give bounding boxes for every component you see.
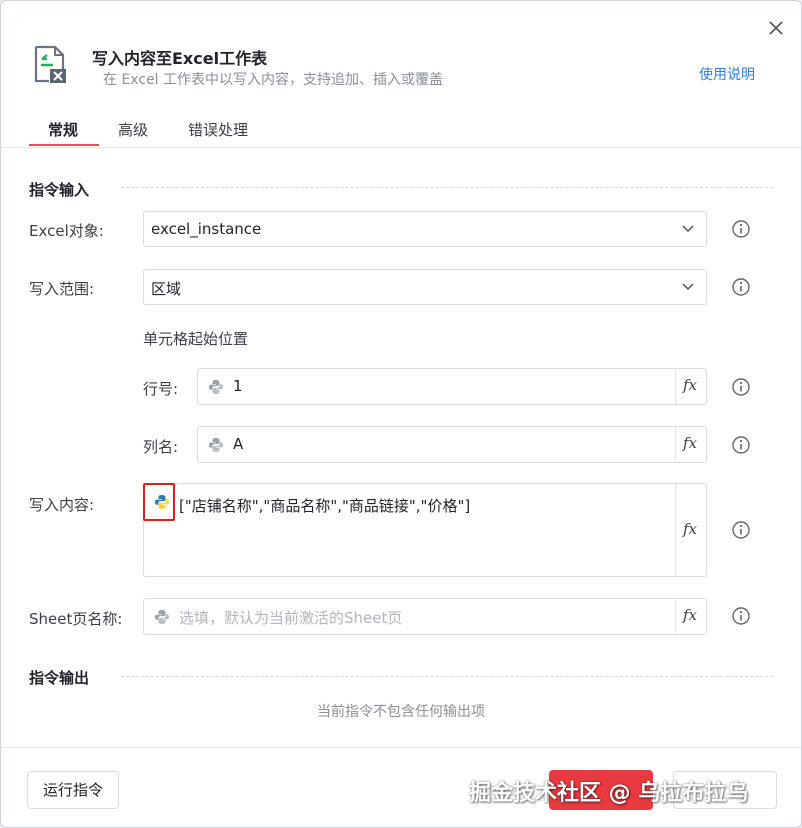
excel-object-value: excel_instance [151,220,262,238]
excel-object-select[interactable]: excel_instance [143,211,707,247]
fx-label: fx [683,520,698,538]
input-section-title: 指令输入 [29,181,90,199]
write-range-label: 写入范围: [29,280,95,298]
write-content-label: 写入内容: [29,496,95,514]
chevron-down-icon [682,283,694,291]
dialog-title: 写入内容至Excel工作表 [92,49,268,68]
cell-start-label: 单元格起始位置 [143,330,249,348]
no-output-message: 当前指令不包含任何输出项 [317,704,485,720]
active-tab-indicator [29,144,99,146]
fx-button[interactable]: fx [675,369,706,404]
column-label: 列名: [143,438,179,456]
sheet-name-placeholder: 选填，默认为当前激活的Sheet页 [179,609,403,627]
fx-label: fx [683,606,698,624]
info-icon[interactable] [731,377,751,397]
output-section-title: 指令输出 [29,669,90,687]
row-input[interactable]: 1 fx [197,368,707,405]
column-input[interactable]: A fx [197,426,707,463]
write-excel-dialog: 写入内容至Excel工作表 在 Excel 工作表中以写入内容，支持追加、插入或… [0,0,802,828]
sheet-name-label: Sheet页名称: [29,610,123,628]
write-content-input[interactable]: ["店铺名称","商品名称","商品链接","价格"] fx [143,483,707,577]
info-icon[interactable] [731,520,751,540]
row-value: 1 [233,377,243,395]
row-label: 行号: [143,380,179,398]
tab-general[interactable]: 常规 [48,119,78,140]
watermark: 掘金技术社区 @ 乌拉布拉乌 [469,781,749,806]
sheet-name-input[interactable]: 选填，默认为当前激活的Sheet页 fx [143,598,707,635]
python-icon [155,610,169,624]
python-icon [209,438,223,452]
fx-label: fx [683,376,698,394]
info-icon[interactable] [731,277,751,297]
tab-bar: 常规 高级 错误处理 [1,111,801,148]
fx-button[interactable]: fx [675,599,706,634]
info-icon[interactable] [731,219,751,239]
column-value: A [233,435,244,453]
dialog-subtitle: 在 Excel 工作表中以写入内容，支持追加、插入或覆盖 [103,72,443,88]
tab-advanced[interactable]: 高级 [118,119,148,140]
tab-error-handling[interactable]: 错误处理 [188,119,248,140]
write-content-value: ["店铺名称","商品名称","商品链接","价格"] [179,497,471,515]
write-range-value: 区域 [151,280,182,298]
info-icon[interactable] [731,435,751,455]
chevron-down-icon [682,225,694,233]
fx-button[interactable]: fx [675,484,706,576]
close-icon[interactable] [765,17,787,39]
fx-label: fx [683,434,698,452]
excel-write-icon [33,45,69,85]
python-icon [209,380,223,394]
fx-button[interactable]: fx [675,427,706,462]
help-link[interactable]: 使用说明 [699,64,755,84]
excel-object-label: Excel对象: [29,222,104,240]
highlight-box [143,483,175,521]
run-command-button[interactable]: 运行指令 [27,771,119,809]
section-divider [121,187,773,188]
write-range-select[interactable]: 区域 [143,269,707,305]
section-divider [121,676,773,677]
info-icon[interactable] [731,606,751,626]
